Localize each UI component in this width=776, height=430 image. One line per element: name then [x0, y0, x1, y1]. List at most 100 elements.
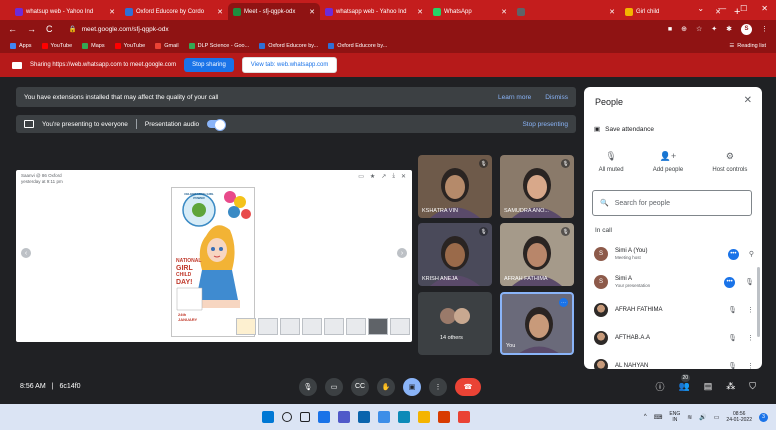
participant-tile[interactable]: AFRAH FATHIMA 🎙	[500, 223, 574, 286]
tab-close-icon[interactable]: ✕	[217, 8, 223, 16]
mic-button[interactable]: 🎙	[299, 377, 317, 396]
thumbnail[interactable]	[346, 318, 366, 335]
explorer-icon[interactable]	[418, 411, 430, 423]
participant-tile[interactable]: KSHATRA VIN 🎙	[418, 155, 492, 218]
more-options-button[interactable]: ⋮	[429, 377, 447, 396]
end-call-button[interactable]: ☎	[455, 377, 481, 396]
info-icon[interactable]: ⓘ	[655, 380, 664, 393]
volume-icon[interactable]: 🔊	[699, 414, 706, 421]
thumbnail[interactable]	[280, 318, 300, 335]
bookmark-item[interactable]: DLP Science - Goo...	[188, 42, 249, 49]
others-tile[interactable]: 14 others	[418, 292, 492, 355]
mic-off-icon[interactable]: 🎙	[728, 334, 737, 342]
search-people-input[interactable]: 🔍 Search for people	[592, 190, 752, 216]
stop-presenting-button[interactable]: Stop presenting	[522, 121, 568, 128]
browser-tab[interactable]: whatsapp web - Yahoo Ind ✕	[320, 3, 428, 20]
clock[interactable]: 08:56 24-01-2022	[726, 411, 752, 423]
tab-close-icon[interactable]: ✕	[109, 8, 115, 16]
view-tab-button[interactable]: View tab: web.whatsapp.com	[241, 57, 338, 73]
stop-sharing-button[interactable]: Stop sharing	[184, 58, 234, 72]
participant-row[interactable]: AFRAH FATHIMA 🎙 ⋮	[584, 296, 762, 324]
comment-icon[interactable]: ▭	[358, 173, 364, 180]
reading-list[interactable]: ☰ Reading list	[729, 43, 766, 49]
dismiss-link[interactable]: Dismiss	[545, 94, 568, 101]
edge-icon[interactable]	[398, 411, 410, 423]
browser-tab[interactable]: Meet - sfj-qgpk-odx ✕	[228, 3, 320, 20]
mic-off-icon[interactable]: 🎙	[745, 278, 754, 286]
reload-icon[interactable]: C	[46, 24, 53, 34]
bookmark-star-icon[interactable]: ☆	[696, 25, 702, 33]
profile-avatar[interactable]: S	[741, 23, 752, 35]
next-image-icon[interactable]: ›	[397, 248, 407, 258]
bookmark-item[interactable]: YouTube	[114, 42, 145, 49]
more-options-icon[interactable]: ⋯	[559, 298, 568, 307]
people-button[interactable]: 👥 20	[679, 374, 691, 392]
bookmark-item[interactable]: YouTube	[41, 42, 72, 49]
activities-icon[interactable]: ⁂	[726, 381, 735, 392]
bookmark-item[interactable]: Maps	[82, 42, 105, 49]
tab-close-icon[interactable]: ✕	[609, 8, 615, 16]
bookmark-item[interactable]: Oxford Educore by...	[259, 42, 318, 49]
thumbnail[interactable]	[390, 318, 410, 335]
browser-tab[interactable]: WhatsApp ✕	[428, 3, 512, 20]
bookmark-item[interactable]: Oxford Educore by...	[328, 42, 387, 49]
more-vert-icon[interactable]: ⋮	[747, 362, 754, 369]
teams-icon[interactable]	[338, 411, 350, 423]
url-field[interactable]: 🔒 meet.google.com/sfj-qgpk-odx	[69, 25, 169, 34]
mail-icon[interactable]	[358, 411, 370, 423]
thumbnail[interactable]	[236, 318, 256, 335]
close-window-icon[interactable]: ✕	[761, 4, 768, 13]
download-icon[interactable]: ⤓	[392, 173, 395, 180]
close-viewer-icon[interactable]: ✕	[401, 173, 406, 180]
host-controls-button[interactable]: ⚙ Host controls	[712, 151, 747, 173]
browser-tab[interactable]: Oxford Educore by Cordo ✕	[120, 3, 228, 20]
participant-row[interactable]: S Simi A (You) Meeting host ••• ⚲	[584, 240, 762, 268]
thumbnail[interactable]	[258, 318, 278, 335]
widgets-icon[interactable]	[318, 411, 330, 423]
store-icon[interactable]	[378, 411, 390, 423]
mic-off-icon[interactable]: 🎙	[728, 362, 737, 369]
tab-close-icon[interactable]: ✕	[417, 8, 423, 16]
self-video-tile[interactable]: You ⋯	[500, 292, 574, 355]
browser-tab[interactable]: ✕	[512, 3, 620, 20]
add-people-button[interactable]: 👤+ Add people	[653, 151, 683, 173]
bookmark-item[interactable]: Apps	[10, 42, 32, 49]
task-view-icon[interactable]	[300, 412, 310, 422]
present-button[interactable]: ▣	[403, 377, 421, 396]
camera-button[interactable]: ▭	[325, 377, 343, 396]
star-icon[interactable]: ★	[370, 173, 375, 180]
language-indicator[interactable]: ENG IN	[669, 411, 680, 423]
thumbnail[interactable]	[302, 318, 322, 335]
windows-icon[interactable]	[262, 411, 274, 423]
browser-tab[interactable]: whatsup web - Yahoo Ind ✕	[10, 3, 120, 20]
participant-tile[interactable]: KRISH ANEJA 🎙	[418, 223, 492, 286]
presentation-audio-toggle[interactable]	[207, 119, 227, 131]
thumbnail[interactable]	[368, 318, 388, 335]
tab-search-icon[interactable]: ⌄	[697, 4, 704, 13]
forward-icon[interactable]: →	[27, 24, 36, 34]
captions-button[interactable]: CC	[351, 377, 369, 396]
menu-icon[interactable]: ⋮	[761, 25, 768, 33]
tab-close-icon[interactable]: ✕	[309, 8, 315, 16]
maximize-icon[interactable]: ☐	[740, 4, 747, 13]
thumbnail[interactable]	[324, 318, 344, 335]
chevron-up-icon[interactable]: ^	[644, 414, 647, 420]
pin-icon[interactable]: ⚲	[749, 250, 754, 258]
install-icon[interactable]: ⊕	[681, 25, 687, 33]
learn-more-link[interactable]: Learn more	[498, 94, 531, 101]
panel-scrollbar[interactable]	[757, 267, 760, 337]
chrome-icon[interactable]	[458, 411, 470, 423]
participant-row[interactable]: AL NAHYAN 🎙 ⋮	[584, 352, 762, 369]
notification-badge[interactable]: 3	[759, 412, 768, 422]
back-icon[interactable]: ←	[8, 24, 17, 34]
more-vert-icon[interactable]: ⋮	[747, 306, 754, 314]
participant-tile[interactable]: SAMUDRA ANO... 🎙	[500, 155, 574, 218]
mic-off-icon[interactable]: 🎙	[728, 306, 737, 314]
participant-row[interactable]: S Simi A Your presentation ••• 🎙	[584, 268, 762, 296]
keyboard-icon[interactable]: ⌨	[654, 414, 663, 421]
bookmark-item[interactable]: Gmail	[155, 42, 179, 49]
save-attendance[interactable]: ▣ Save attendance	[594, 125, 654, 134]
office-icon[interactable]	[438, 411, 450, 423]
all-muted-button[interactable]: 🎙 All muted	[599, 151, 624, 173]
more-vert-icon[interactable]: ⋮	[747, 334, 754, 342]
